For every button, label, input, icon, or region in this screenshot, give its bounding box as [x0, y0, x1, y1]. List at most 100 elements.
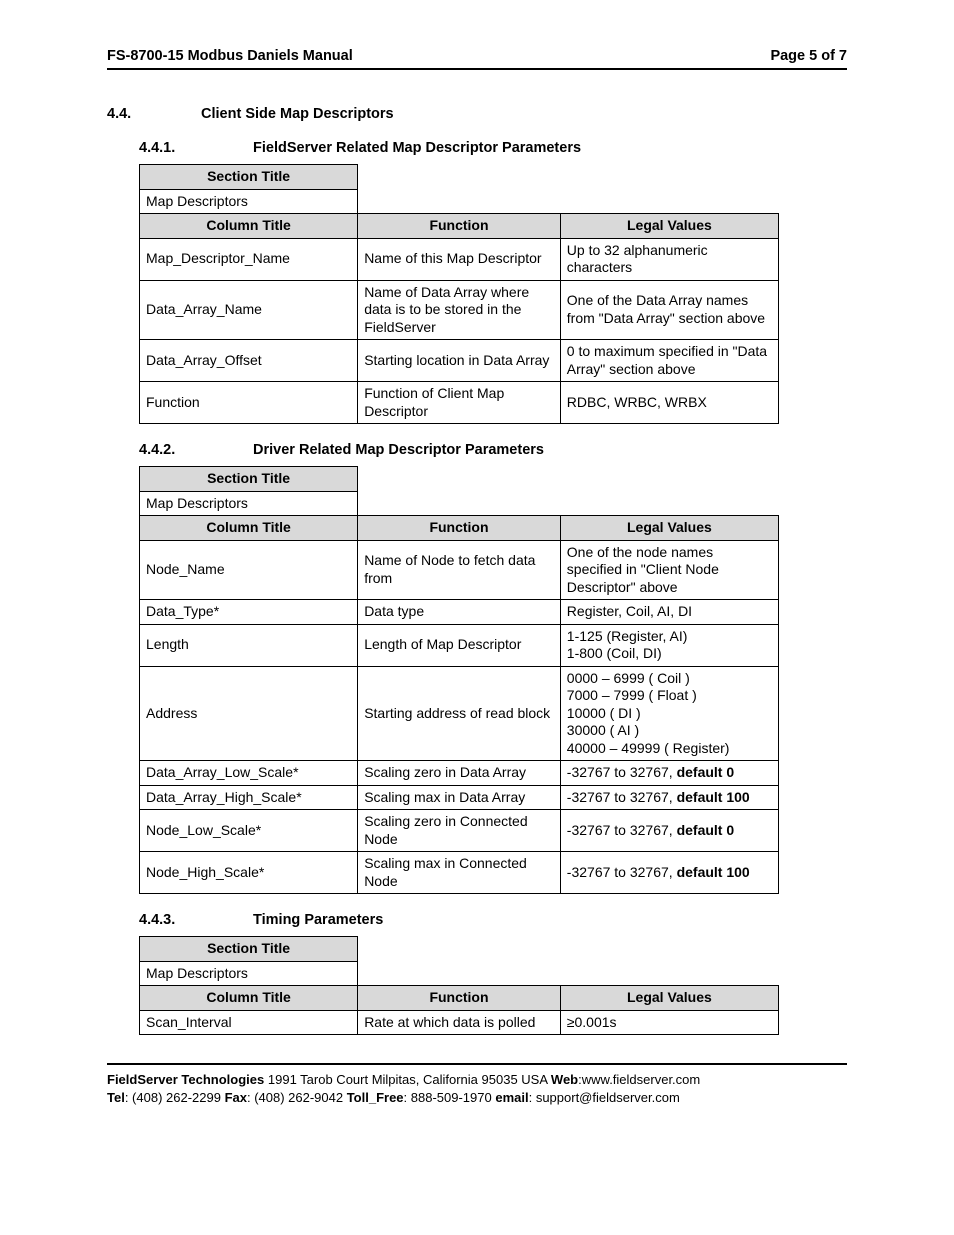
footer-email: : support@fieldserver.com [529, 1090, 680, 1105]
section-number: 4.4.3. [139, 912, 249, 928]
page-header: FS-8700-15 Modbus Daniels Manual Page 5 … [107, 48, 847, 70]
cell-legal-values: One of the Data Array names from "Data A… [560, 280, 778, 340]
cell-legal-values: -32767 to 32767, default 0 [560, 810, 778, 852]
t443-body: Scan_IntervalRate at which data is polle… [140, 1010, 779, 1035]
cell-function: Name of Data Array where data is to be s… [358, 280, 561, 340]
cell-function: Scaling max in Data Array [358, 785, 561, 810]
cell-column-title: Node_High_Scale* [140, 852, 358, 894]
table-row: Scan_IntervalRate at which data is polle… [140, 1010, 779, 1035]
th-function: Function [358, 986, 561, 1011]
table-row: Data_Array_NameName of Data Array where … [140, 280, 779, 340]
cell-column-title: Address [140, 666, 358, 761]
table-row: AddressStarting address of read block000… [140, 666, 779, 761]
table-row: FunctionFunction of Client Map Descripto… [140, 382, 779, 424]
cell-legal-values: RDBC, WRBC, WRBX [560, 382, 778, 424]
t442-body: Node_NameName of Node to fetch data from… [140, 540, 779, 894]
cell-column-title: Data_Array_High_Scale* [140, 785, 358, 810]
page: FS-8700-15 Modbus Daniels Manual Page 5 … [67, 0, 887, 1126]
th-section-title: Section Title [140, 467, 358, 492]
section-4-4-heading: 4.4. Client Side Map Descriptors [107, 106, 847, 122]
footer-addr: 1991 Tarob Court Milpitas, California 95… [264, 1072, 551, 1087]
cell-legal-values: ≥0.001s [560, 1010, 778, 1035]
cell-column-title: Scan_Interval [140, 1010, 358, 1035]
table-row: Data_Array_High_Scale*Scaling max in Dat… [140, 785, 779, 810]
cell-legal-values: One of the node names specified in "Clie… [560, 540, 778, 600]
footer-email-label: email [495, 1090, 528, 1105]
section-title: FieldServer Related Map Descriptor Param… [253, 140, 581, 156]
cell-legal-values: -32767 to 32767, default 0 [560, 761, 778, 786]
section-title: Client Side Map Descriptors [201, 106, 394, 122]
cell-function: Length of Map Descriptor [358, 624, 561, 666]
table-row: Data_Type*Data typeRegister, Coil, AI, D… [140, 600, 779, 625]
cell-function: Starting address of read block [358, 666, 561, 761]
cell-column-title: Map_Descriptor_Name [140, 238, 358, 280]
table-442: Section Title Map Descriptors Column Tit… [139, 466, 779, 894]
th-column-title: Column Title [140, 986, 358, 1011]
cell-column-title: Data_Array_Offset [140, 340, 358, 382]
th-legal-values: Legal Values [560, 516, 778, 541]
section-number: 4.4.2. [139, 442, 249, 458]
cell-function: Scaling zero in Data Array [358, 761, 561, 786]
cell-column-title: Node_Name [140, 540, 358, 600]
cell-legal-values: 0000 – 6999 ( Coil )7000 – 7999 ( Float … [560, 666, 778, 761]
cell-legal-values: 1-125 (Register, AI)1-800 (Coil, DI) [560, 624, 778, 666]
footer-company: FieldServer Technologies [107, 1072, 264, 1087]
cell-legal-values: -32767 to 32767, default 100 [560, 785, 778, 810]
footer-tel-label: Tel [107, 1090, 125, 1105]
footer-web-label: Web [551, 1072, 578, 1087]
cell-legal-values: 0 to maximum specified in "Data Array" s… [560, 340, 778, 382]
table-row: Node_NameName of Node to fetch data from… [140, 540, 779, 600]
table-443: Section Title Map Descriptors Column Tit… [139, 936, 779, 1035]
t441-body: Map_Descriptor_NameName of this Map Desc… [140, 238, 779, 424]
cell-column-title: Node_Low_Scale* [140, 810, 358, 852]
th-section-title: Section Title [140, 937, 358, 962]
table-441: Section Title Map Descriptors Column Tit… [139, 164, 779, 424]
td-section-title-val: Map Descriptors [140, 491, 358, 516]
section-4-4-2-heading: 4.4.2. Driver Related Map Descriptor Par… [139, 442, 847, 458]
th-legal-values: Legal Values [560, 986, 778, 1011]
table-row: LengthLength of Map Descriptor1-125 (Reg… [140, 624, 779, 666]
td-section-title-val: Map Descriptors [140, 189, 358, 214]
cell-function: Scaling max in Connected Node [358, 852, 561, 894]
header-right: Page 5 of 7 [770, 48, 847, 64]
cell-function: Starting location in Data Array [358, 340, 561, 382]
section-4-4-1-heading: 4.4.1. FieldServer Related Map Descripto… [139, 140, 847, 156]
cell-function: Rate at which data is polled [358, 1010, 561, 1035]
th-function: Function [358, 214, 561, 239]
section-title: Timing Parameters [253, 912, 383, 928]
footer-toll-label: Toll_Free [347, 1090, 404, 1105]
section-number: 4.4. [107, 106, 197, 122]
footer-toll: : 888-509-1970 [404, 1090, 496, 1105]
cell-function: Data type [358, 600, 561, 625]
table-row: Node_High_Scale*Scaling max in Connected… [140, 852, 779, 894]
footer-fax-label: Fax [225, 1090, 247, 1105]
table-row: Node_Low_Scale*Scaling zero in Connected… [140, 810, 779, 852]
cell-function: Name of this Map Descriptor [358, 238, 561, 280]
cell-function: Scaling zero in Connected Node [358, 810, 561, 852]
td-section-title-val: Map Descriptors [140, 961, 358, 986]
cell-column-title: Data_Type* [140, 600, 358, 625]
cell-column-title: Function [140, 382, 358, 424]
footer-tel: : (408) 262-2299 [125, 1090, 225, 1105]
cell-column-title: Length [140, 624, 358, 666]
page-footer: FieldServer Technologies 1991 Tarob Cour… [107, 1063, 847, 1106]
th-column-title: Column Title [140, 214, 358, 239]
table-row: Data_Array_OffsetStarting location in Da… [140, 340, 779, 382]
section-title: Driver Related Map Descriptor Parameters [253, 442, 544, 458]
table-row: Data_Array_Low_Scale*Scaling zero in Dat… [140, 761, 779, 786]
cell-function: Name of Node to fetch data from [358, 540, 561, 600]
table-row: Map_Descriptor_NameName of this Map Desc… [140, 238, 779, 280]
footer-fax: : (408) 262-9042 [247, 1090, 347, 1105]
cell-column-title: Data_Array_Low_Scale* [140, 761, 358, 786]
section-4-4-3-heading: 4.4.3. Timing Parameters [139, 912, 847, 928]
th-column-title: Column Title [140, 516, 358, 541]
header-left: FS-8700-15 Modbus Daniels Manual [107, 48, 353, 64]
th-function: Function [358, 516, 561, 541]
cell-function: Function of Client Map Descriptor [358, 382, 561, 424]
cell-legal-values: Register, Coil, AI, DI [560, 600, 778, 625]
th-section-title: Section Title [140, 165, 358, 190]
cell-legal-values: Up to 32 alphanumeric characters [560, 238, 778, 280]
section-number: 4.4.1. [139, 140, 249, 156]
th-legal-values: Legal Values [560, 214, 778, 239]
cell-column-title: Data_Array_Name [140, 280, 358, 340]
